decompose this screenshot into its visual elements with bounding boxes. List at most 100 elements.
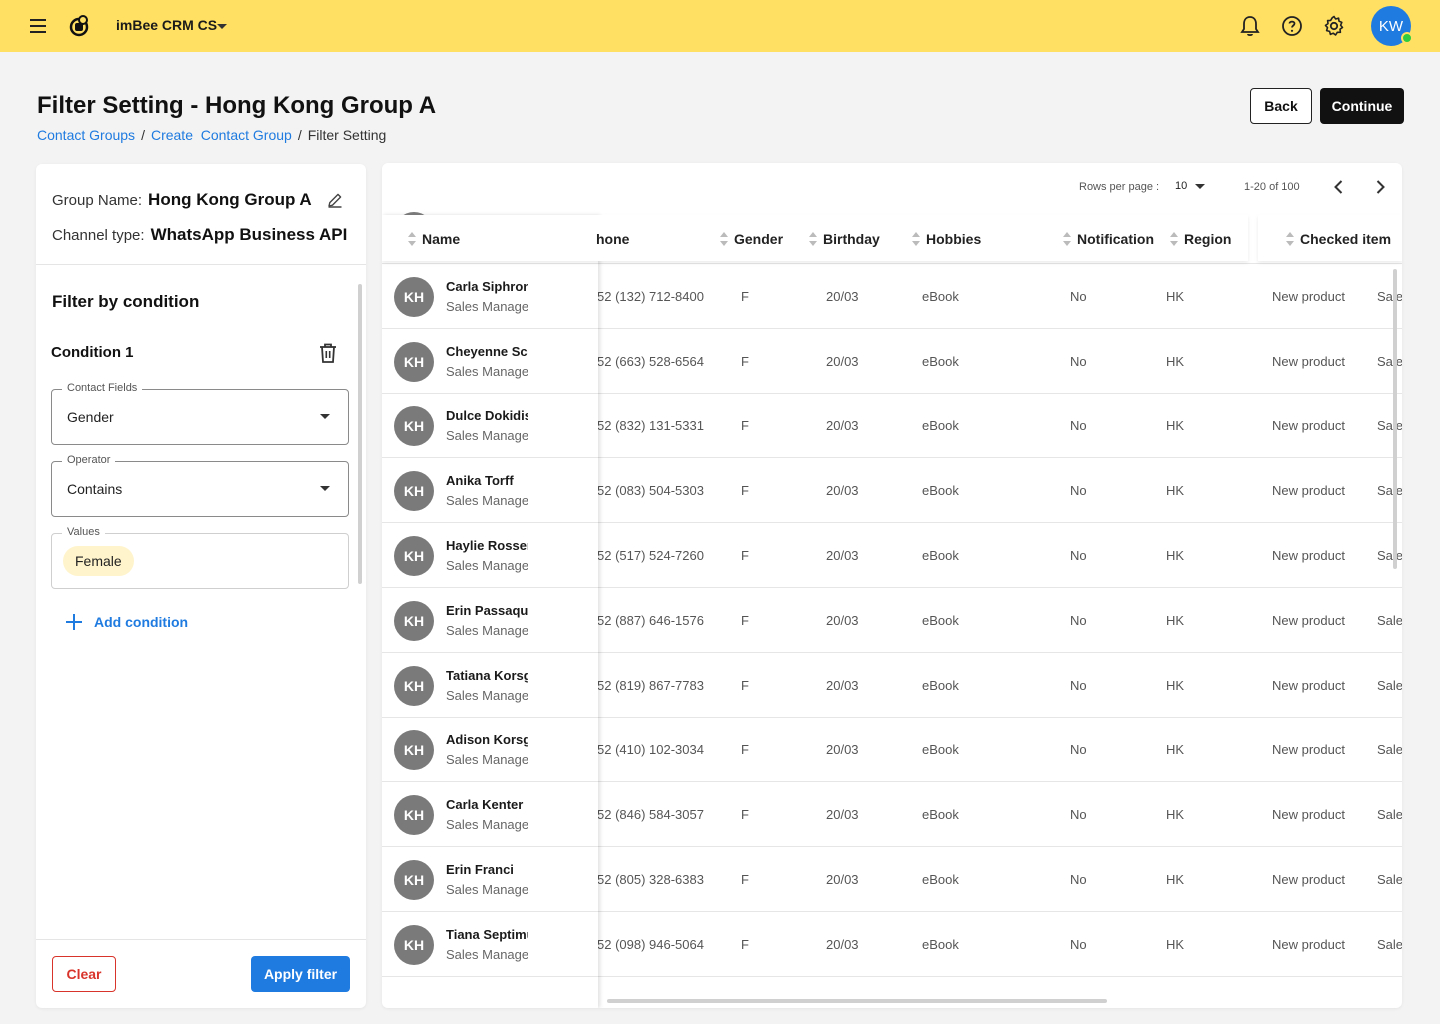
apply-filter-button[interactable]: Apply filter: [251, 956, 350, 992]
contacts-table-panel: Rows per page : 10 1-20 of 100 52 (187) …: [382, 163, 1402, 1008]
cell-gender: F: [741, 288, 749, 304]
cell-checked: New product: [1272, 353, 1345, 369]
clear-button[interactable]: Clear: [52, 956, 116, 992]
cell-extra: Sale: [1377, 418, 1402, 434]
cell-gender: F: [741, 807, 749, 823]
operator-label: Operator: [62, 454, 116, 466]
cell-hobbies: eBook: [922, 936, 959, 952]
breadcrumb-separator: /: [141, 127, 145, 143]
cell-region: HK: [1166, 807, 1185, 823]
menu-icon[interactable]: [26, 14, 50, 38]
chevron-left-icon[interactable]: [1329, 177, 1349, 197]
chevron-right-icon[interactable]: [1370, 177, 1390, 197]
channel-type-label: Channel type:: [52, 226, 145, 244]
operator-select[interactable]: Operator Contains: [51, 454, 349, 517]
cell-phone: 52 (132) 712-8400: [597, 288, 704, 304]
column-header-notification[interactable]: Notification: [1063, 231, 1154, 247]
cell-phone: 52 (410) 102-3034: [597, 742, 704, 758]
name-cell[interactable]: KH Carla Siphron Sales Manager: [382, 264, 598, 329]
contact-title: Sales Manager: [446, 882, 528, 897]
chevron-down-icon[interactable]: [214, 18, 230, 34]
name-cell[interactable]: KH Haylie Rosser Sales Manager: [382, 523, 598, 588]
group-name-value: Hong Kong Group A: [148, 190, 312, 209]
cell-region: HK: [1166, 288, 1185, 304]
column-header-region[interactable]: Region: [1170, 231, 1231, 247]
add-condition-button[interactable]: Add condition: [66, 614, 188, 630]
vertical-scrollbar[interactable]: [1393, 269, 1397, 569]
horizontal-scrollbar[interactable]: [607, 999, 1107, 1003]
value-chip[interactable]: Female: [63, 546, 134, 576]
sort-icon: [912, 232, 920, 246]
continue-button[interactable]: Continue: [1320, 88, 1404, 124]
contact-avatar: KH: [394, 536, 434, 576]
cell-hobbies: eBook: [922, 677, 959, 693]
name-cell[interactable]: KH Dulce Dokidis Sales Manager: [382, 393, 598, 459]
name-cell[interactable]: KH Erin Passaquindici Sales Manager: [382, 588, 598, 653]
cell-phone: 52 (887) 646-1576: [597, 612, 704, 628]
divider: [36, 264, 366, 265]
cell-region: HK: [1166, 612, 1185, 628]
trash-icon[interactable]: [318, 342, 338, 364]
rows-per-page-select[interactable]: 10: [1175, 180, 1206, 192]
back-button[interactable]: Back: [1250, 88, 1312, 124]
name-cell[interactable]: KH Erin Franci Sales Manager: [382, 847, 598, 912]
column-header-label: Name: [422, 231, 461, 247]
name-cell[interactable]: KH Anika Torff Sales Manager: [382, 458, 598, 524]
breadcrumb: Contact Groups / Create Contact Group / …: [37, 127, 386, 143]
column-header-checked-item[interactable]: Checked item: [1286, 231, 1391, 247]
contact-fields-select[interactable]: Contact Fields Gender: [51, 382, 349, 445]
cell-gender: F: [741, 353, 749, 369]
name-cell[interactable]: KH Tatiana Korsgaard Sales Manager: [382, 653, 598, 718]
imbee-logo-icon[interactable]: [66, 13, 92, 39]
column-header-name[interactable]: Name: [408, 231, 460, 247]
contact-avatar: KH: [394, 860, 434, 900]
contact-avatar: KH: [394, 406, 434, 447]
cell-birthday: 20/03: [826, 872, 859, 887]
sort-icon: [1170, 232, 1178, 246]
cell-checked: New product: [1272, 483, 1345, 499]
contact-name: Haylie Rosser: [446, 538, 528, 553]
app-name[interactable]: imBee CRM CS: [116, 17, 217, 33]
column-header-birthday[interactable]: Birthday: [809, 231, 880, 247]
cell-phone: 52 (663) 528-6564: [597, 353, 704, 369]
column-header-gender[interactable]: Gender: [720, 231, 783, 247]
cell-notification: No: [1070, 418, 1087, 434]
values-label: Values: [62, 526, 105, 538]
cell-checked: New product: [1272, 288, 1345, 304]
cell-phone: 52 (083) 504-5303: [597, 483, 704, 499]
column-header-phone[interactable]: hone: [596, 231, 629, 247]
breadcrumb-create-contact-group[interactable]: Create Contact Group: [151, 127, 292, 143]
breadcrumb-contact-groups[interactable]: Contact Groups: [37, 127, 135, 143]
scrollbar[interactable]: [358, 284, 362, 584]
cell-extra: Sale: [1377, 353, 1402, 369]
bell-icon[interactable]: [1238, 14, 1262, 38]
cell-gender: F: [741, 548, 749, 563]
name-cell[interactable]: KH Cheyenne Schleifer Sales Manager: [382, 329, 598, 394]
cell-notification: No: [1070, 612, 1087, 628]
name-cell[interactable]: KH Carla Kenter Sales Manager: [382, 782, 598, 848]
help-icon[interactable]: [1280, 14, 1304, 38]
breadcrumb-current: Filter Setting: [307, 127, 387, 143]
values-input[interactable]: Values Female: [51, 526, 349, 589]
cell-birthday: 20/03: [826, 418, 859, 434]
cell-notification: No: [1070, 677, 1087, 693]
contact-name: Adison Korsgaard: [446, 732, 528, 748]
contact-title: Sales Manager: [446, 687, 528, 703]
user-avatar[interactable]: KW: [1371, 6, 1413, 46]
cell-region: HK: [1166, 353, 1185, 369]
contact-avatar: KH: [394, 730, 434, 771]
contact-name: Anika Torff: [446, 473, 514, 489]
name-cell[interactable]: KH Adison Korsgaard Sales Manager: [382, 717, 598, 783]
name-cell[interactable]: KH Tiana Septimus Sales Manager: [382, 912, 598, 977]
cell-extra: Sale: [1377, 483, 1402, 499]
contact-fields-label: Contact Fields: [62, 382, 143, 394]
column-headers: Name hone Gender Birthday Hobbies Notifi…: [382, 215, 1402, 261]
gear-icon[interactable]: [1322, 14, 1346, 38]
edit-pencil-icon[interactable]: [326, 191, 344, 209]
cell-birthday: 20/03: [826, 483, 859, 499]
cell-notification: No: [1070, 548, 1087, 563]
cell-gender: F: [741, 612, 749, 628]
column-header-hobbies[interactable]: Hobbies: [912, 231, 981, 247]
cell-hobbies: eBook: [922, 353, 959, 369]
cell-extra: Sale: [1377, 742, 1402, 758]
